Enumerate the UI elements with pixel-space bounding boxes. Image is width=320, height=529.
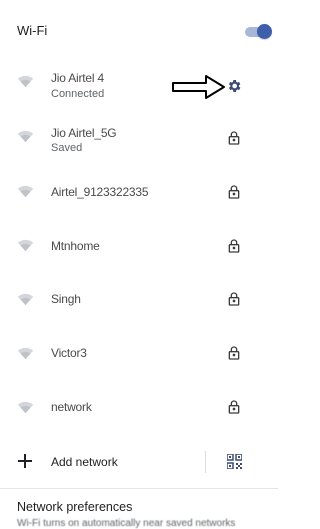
wifi-signal-icon	[17, 293, 34, 306]
wifi-header: Wi-Fi	[0, 0, 278, 62]
network-preferences-title: Network preferences	[17, 500, 133, 514]
section-divider	[0, 488, 278, 489]
wifi-signal-icon	[17, 75, 34, 88]
arrow-right-icon	[172, 75, 225, 99]
network-preferences-row[interactable]: Network preferences Wi-Fi turns on autom…	[0, 494, 278, 529]
network-item-6[interactable]: network	[0, 381, 278, 435]
network-name: Victor3	[51, 346, 87, 360]
lock-icon	[228, 185, 240, 199]
network-status: Saved	[51, 142, 83, 154]
network-item-5[interactable]: Victor3	[0, 327, 278, 381]
network-preferences-subtitle: Wi-Fi turns on automatically near saved …	[17, 518, 236, 529]
wifi-signal-icon	[17, 239, 34, 252]
wifi-toggle-thumb	[257, 24, 272, 39]
network-name: Jio Airtel 4	[51, 71, 104, 85]
wifi-signal-icon	[17, 347, 34, 360]
wifi-toggle[interactable]	[245, 24, 272, 40]
lock-icon	[228, 400, 240, 414]
network-name: Singh	[51, 292, 81, 306]
network-item-4[interactable]: Singh	[0, 273, 278, 327]
network-name: Jio Airtel_5G	[51, 126, 117, 140]
network-name: Mtnhome	[51, 239, 100, 253]
qr-code-scanner-icon[interactable]	[227, 454, 242, 469]
add-network-label: Add network	[51, 455, 118, 469]
wifi-signal-icon	[17, 185, 34, 198]
wifi-signal-icon	[17, 130, 34, 143]
lock-icon	[228, 346, 240, 360]
network-item-3[interactable]: Mtnhome	[0, 219, 278, 273]
plus-icon	[18, 454, 32, 468]
lock-icon	[228, 239, 240, 253]
network-item-2[interactable]: Airtel_9123322335	[0, 165, 278, 219]
wifi-signal-icon	[17, 401, 34, 414]
network-item-1[interactable]: Jio Airtel_5G Saved	[0, 116, 278, 170]
network-name: Airtel_9123322335	[51, 185, 149, 199]
add-network-row[interactable]: Add network	[0, 440, 278, 484]
gear-icon[interactable]	[226, 78, 242, 94]
lock-icon	[228, 131, 240, 145]
lock-icon	[228, 292, 240, 306]
vertical-divider	[205, 451, 206, 473]
wifi-title: Wi-Fi	[17, 23, 48, 38]
network-item-0[interactable]: Jio Airtel 4 Connected	[0, 62, 278, 116]
network-name: network	[51, 400, 92, 414]
network-status: Connected	[51, 88, 105, 100]
